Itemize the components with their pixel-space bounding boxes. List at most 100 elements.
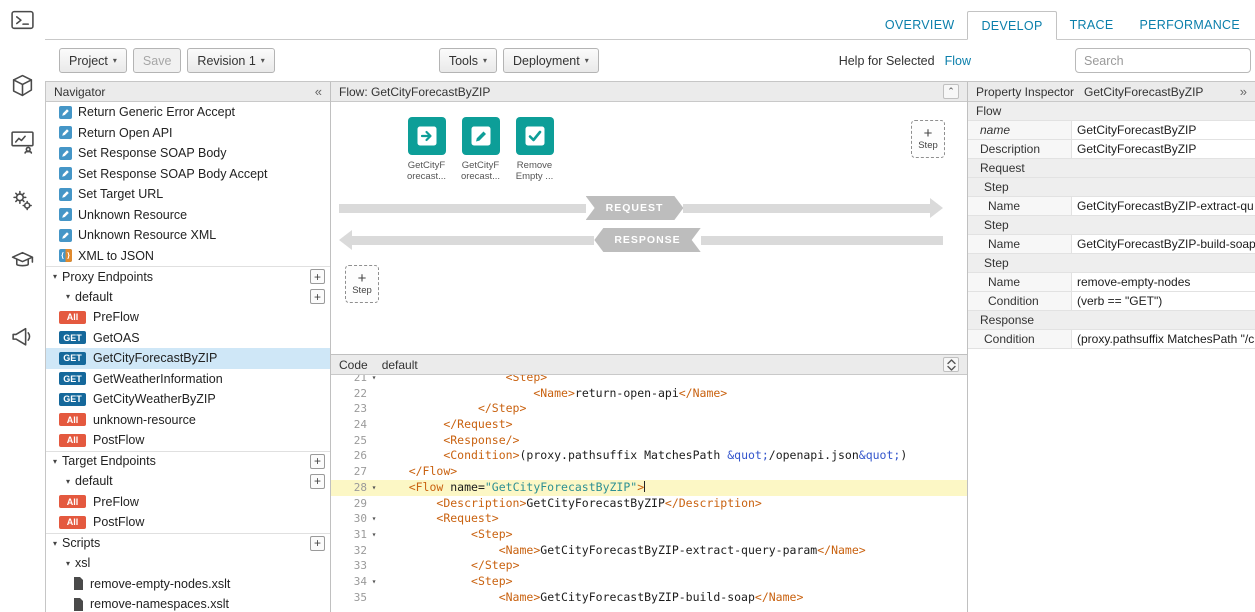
fold-toggle-icon[interactable]: ▾ [367,375,381,386]
inspector-prop-value[interactable]: GetCityForecastByZIP-extract-qu [1072,197,1255,215]
nav-group-default[interactable]: ▾default+ [46,471,330,492]
terminal-icon[interactable] [10,8,36,34]
nav-group-default[interactable]: ▾default+ [46,287,330,308]
megaphone-icon[interactable] [10,324,36,350]
flow-step-1[interactable]: GetCityForecast... [403,117,450,182]
code-line-text: <Step> [381,574,967,590]
add-step-button-top[interactable]: + Step [911,120,945,158]
code-line-text: <Request> [381,511,967,527]
request-bar [339,204,586,213]
nav-item-postflow[interactable]: All PostFlow [46,512,330,533]
nav-item-remove-namespaces-xslt[interactable]: remove-namespaces.xslt [46,594,330,612]
nav-item-getoas[interactable]: GETGetOAS [46,328,330,349]
inspector-prop-label: Name [968,235,1072,253]
request-band: REQUEST [339,195,943,221]
inspector-prop-row[interactable]: Condition(verb == "GET") [968,292,1255,311]
revision-button[interactable]: Revision 1 ▾ [187,48,274,73]
collapse-right-icon[interactable]: » [1240,85,1247,98]
tab-performance[interactable]: PERFORMANCE [1126,11,1253,39]
flow-step-3[interactable]: RemoveEmpty ... [511,117,558,182]
center-panes: Flow: GetCityForecastByZIP ⌃ GetCityFore… [331,82,967,612]
gears-icon[interactable] [10,188,36,214]
inspector-prop-row[interactable]: nameGetCityForecastByZIP [968,121,1255,140]
fold-toggle-icon[interactable]: ▾ [367,574,381,590]
method-badge: All [59,434,86,447]
add-target-endpoints-button[interactable]: + [310,454,325,469]
add-proxy-endpoints-button[interactable]: + [310,269,325,284]
inspector-prop-value[interactable]: GetCityForecastByZIP [1072,140,1255,158]
nav-item-set-response-soap-body[interactable]: Set Response SOAP Body [46,143,330,164]
tab-develop[interactable]: DEVELOP [967,11,1056,40]
fold-toggle-icon[interactable]: ▾ [367,527,381,543]
inspector-prop-value[interactable]: remove-empty-nodes [1072,273,1255,291]
nav-label: GetOAS [93,331,140,345]
app-window: OVERVIEWDEVELOPTRACEPERFORMANCE Project … [0,0,1255,612]
nav-section-target-endpoints[interactable]: ▾Target Endpoints+ [46,451,330,472]
code-line-text: <Name>GetCityForecastByZIP-extract-query… [381,543,967,559]
inspector-prop-row[interactable]: Condition(proxy.pathsuffix MatchesPath "… [968,330,1255,349]
inspector-prop-row[interactable]: DescriptionGetCityForecastByZIP [968,140,1255,159]
add-step-button-bottom[interactable]: + Step [345,265,379,303]
inspector-prop-row[interactable]: NameGetCityForecastByZIP-extract-qu [968,197,1255,216]
revision-button-label: Revision 1 [197,54,255,68]
search-input[interactable] [1075,48,1251,73]
triangle-down-icon: ▾ [53,457,57,466]
nav-section-scripts[interactable]: ▾Scripts+ [46,533,330,554]
inspector-prop-value[interactable]: (verb == "GET") [1072,292,1255,310]
nav-item-unknown-resource-xml[interactable]: Unknown Resource XML [46,225,330,246]
nav-item-unknown-resource[interactable]: Allunknown-resource [46,410,330,431]
project-button[interactable]: Project ▾ [59,48,127,73]
nav-item-xml-to-json[interactable]: XML to JSON [46,246,330,267]
nav-item-remove-empty-nodes-xslt[interactable]: remove-empty-nodes.xslt [46,574,330,595]
triangle-down-icon: ▾ [66,559,70,568]
fold-toggle-icon[interactable]: ▾ [367,511,381,527]
inspector-prop-row[interactable]: NameGetCityForecastByZIP-build-soap [968,235,1255,254]
nav-group-xsl[interactable]: ▾xsl [46,553,330,574]
nav-section-proxy-endpoints[interactable]: ▾Proxy Endpoints+ [46,266,330,287]
nav-item-preflow[interactable]: AllPreFlow [46,492,330,513]
collapse-left-icon[interactable]: « [315,85,322,98]
add-default-button[interactable]: + [310,474,325,489]
nav-label: Return Open API [78,126,173,140]
flow-step-2[interactable]: GetCityForecast... [457,117,504,182]
fold-spacer [367,496,381,512]
code-tab-label[interactable]: Code [339,358,368,372]
save-button[interactable]: Save [133,48,182,73]
nav-item-preflow[interactable]: AllPreFlow [46,307,330,328]
tools-button[interactable]: Tools ▾ [439,48,497,73]
fold-toggle-icon[interactable]: ▾ [367,480,381,496]
nav-item-postflow[interactable]: AllPostFlow [46,430,330,451]
nav-item-getcityweatherbyzip[interactable]: GETGetCityWeatherByZIP [46,389,330,410]
nav-item-unknown-resource[interactable]: Unknown Resource [46,205,330,226]
plus-icon: + [924,127,933,140]
tab-trace[interactable]: TRACE [1057,11,1127,39]
add-scripts-button[interactable]: + [310,536,325,551]
tab-overview[interactable]: OVERVIEW [872,11,968,39]
nav-item-return-generic-error-accept[interactable]: Return Generic Error Accept [46,102,330,123]
box-icon[interactable] [10,73,36,99]
code-editor[interactable]: 21▾ <Step>22 <Name>return-open-api</Name… [331,375,967,612]
fold-spacer [367,386,381,402]
nav-item-set-target-url[interactable]: Set Target URL [46,184,330,205]
inspector-prop-value[interactable]: GetCityForecastByZIP-build-soap [1072,235,1255,253]
navigator-list: Return Generic Error Accept Return Open A… [46,102,330,612]
expand-collapse-icon[interactable] [943,357,959,372]
collapse-flow-icon[interactable]: ⌃ [943,84,959,99]
nav-item-getweatherinformation[interactable]: GETGetWeatherInformation [46,369,330,390]
nav-label: PostFlow [93,515,144,529]
method-badge: All [59,495,86,508]
inspector-prop-value[interactable]: (proxy.pathsuffix MatchesPath "/c [1072,330,1255,348]
nav-item-getcityforecastbyzip[interactable]: GETGetCityForecastByZIP [46,348,330,369]
nav-item-set-response-soap-body-accept[interactable]: Set Response SOAP Body Accept [46,164,330,185]
graduation-cap-icon[interactable] [10,248,36,274]
inspector-prop-row[interactable]: Nameremove-empty-nodes [968,273,1255,292]
deployment-button[interactable]: Deployment ▾ [503,48,599,73]
line-number: 35 [337,590,367,606]
nav-label: PreFlow [93,310,139,324]
presentation-icon[interactable] [10,129,36,155]
inspector-prop-value[interactable]: GetCityForecastByZIP [1072,121,1255,139]
nav-item-return-open-api[interactable]: Return Open API [46,123,330,144]
method-badge: All [59,516,86,529]
add-default-button[interactable]: + [310,289,325,304]
help-flow-link[interactable]: Flow [945,54,971,68]
